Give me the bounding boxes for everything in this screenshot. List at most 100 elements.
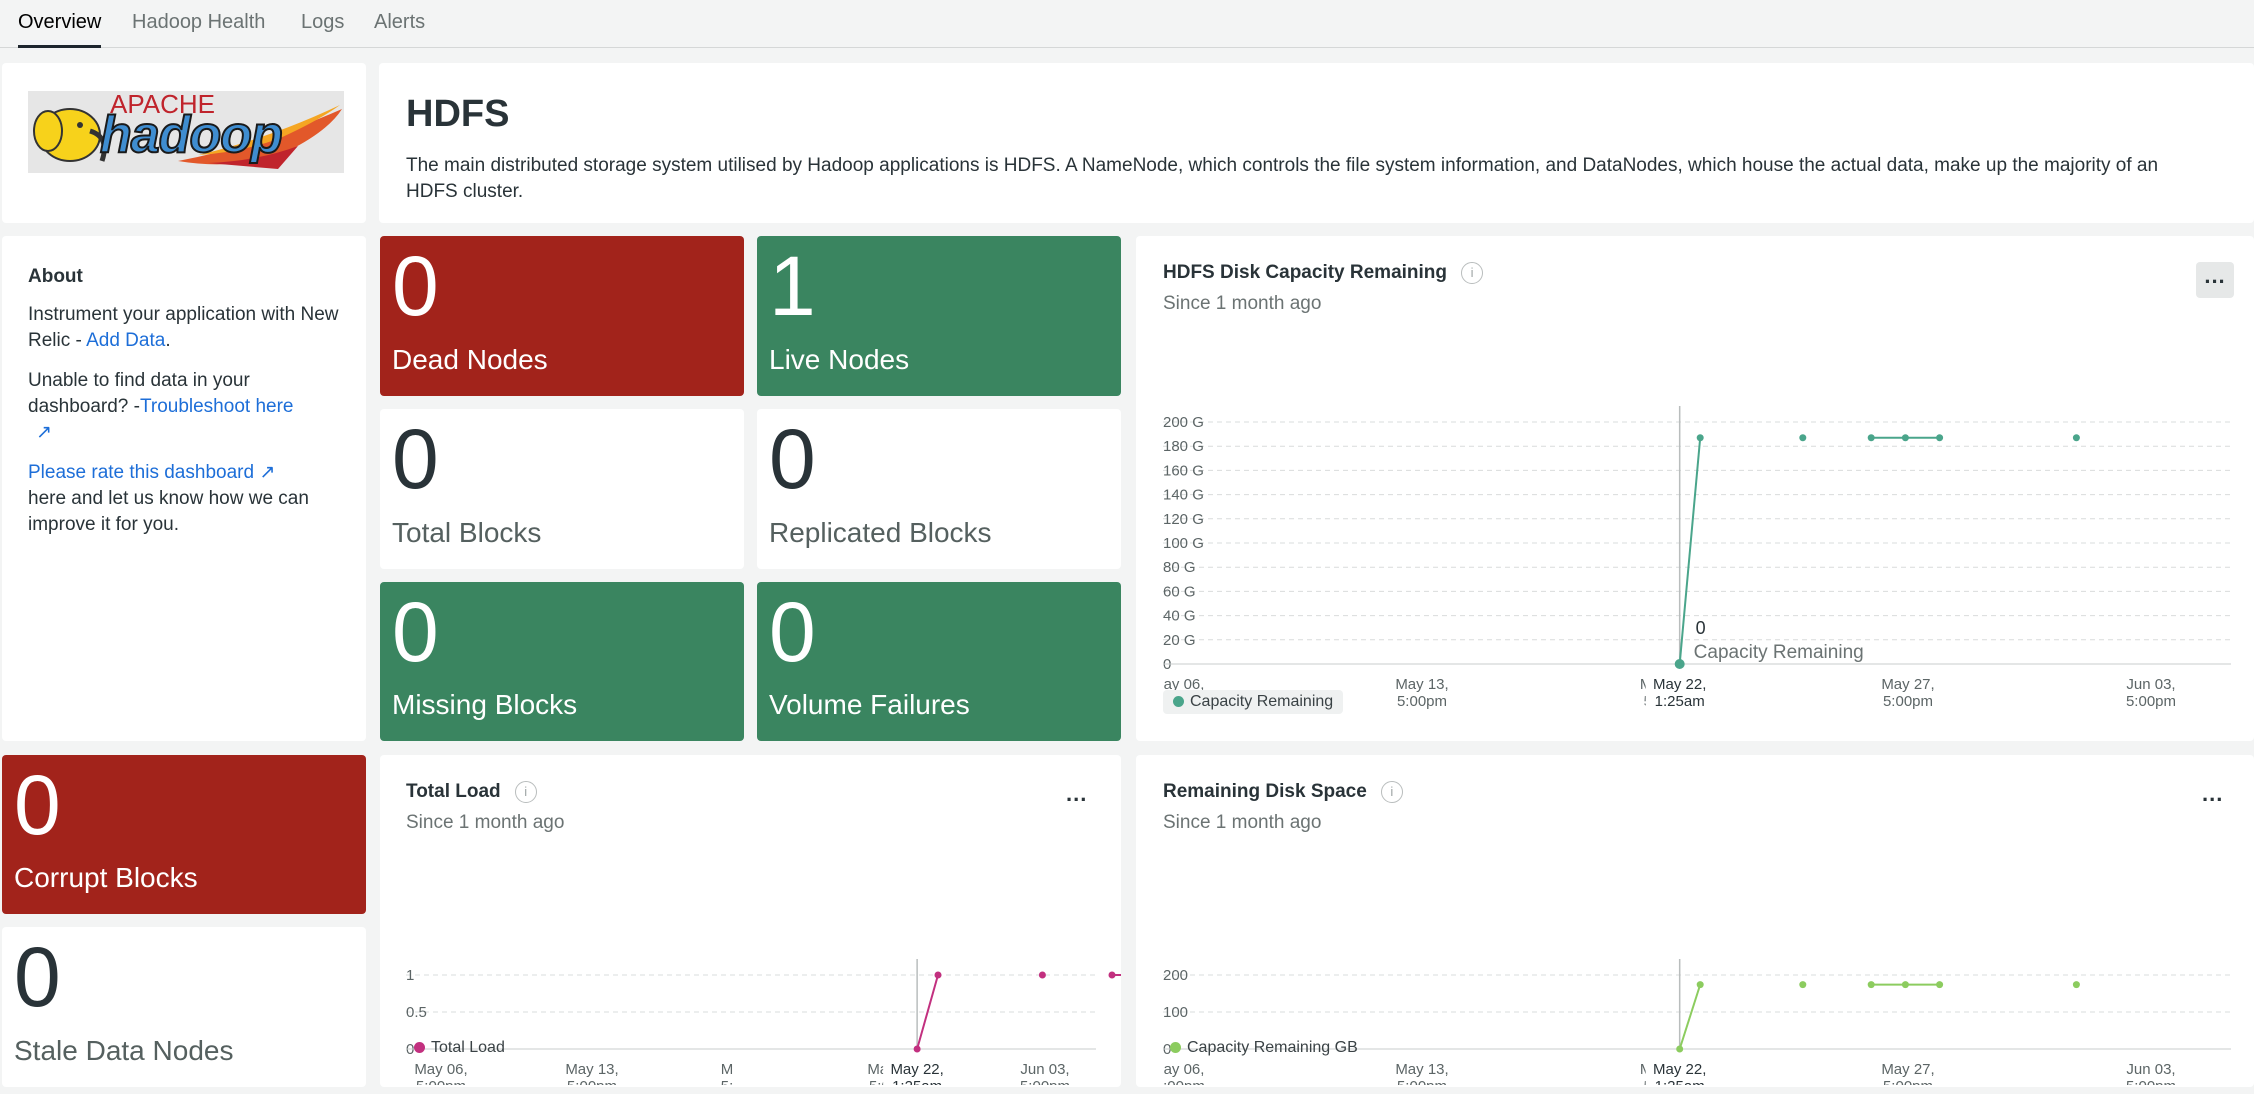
data-point [1867,434,1875,442]
x-tick-label: May 13, [1395,676,1448,693]
x-tick-label: 5:00pm [2126,1078,2176,1085]
x-tick-label: :00pm [1163,1078,1205,1085]
info-icon[interactable]: i [1461,262,1484,284]
tooltip-value: 0 [1696,618,1706,638]
y-tick-label: 1 [406,967,414,984]
chart-legend-item[interactable]: Capacity Remaining [1163,690,1344,714]
data-point [1901,434,1909,442]
info-icon[interactable]: i [514,781,537,803]
billboard-value: 0 [392,585,439,679]
replicated-blocks-billboard[interactable]: 0 Replicated Blocks [757,409,1121,569]
about-instrument-text: Instrument your application with New Rel… [28,302,348,354]
chart-legend-item[interactable]: Capacity Remaining GB [1170,1039,1358,1057]
x-tick-label: 5:00pm [416,1078,466,1085]
x-tick-label: May 13, [1395,1061,1448,1078]
info-icon[interactable]: i [1380,781,1403,803]
more-options-button[interactable]: ... [2202,781,2223,807]
y-tick-label: 140 G [1163,487,1204,504]
y-tick-label: 60 G [1163,583,1196,600]
page-title: HDFS [406,93,510,135]
data-point [1867,981,1875,989]
tab-alerts[interactable]: Alerts [374,11,425,48]
x-tick-label: 5:00pm [1397,693,1447,710]
legend-swatch [1170,1042,1181,1054]
rate-dashboard-link[interactable]: Please rate this dashboard [28,462,254,483]
tab-bar: Overview Hadoop Health Logs Alerts [0,0,2254,48]
billboard-value: 0 [392,239,439,333]
legend-swatch [1173,696,1184,708]
corrupt-blocks-billboard[interactable]: 0 Corrupt Blocks [2,755,366,914]
y-tick-label: 180 G [1163,438,1204,455]
more-options-button[interactable]: ... [2196,262,2234,298]
x-tick-label: 5:00pm [567,1078,617,1085]
x-tick-label: 5: [721,1078,734,1085]
chart-title: Total Load i [406,781,537,803]
volume-failures-billboard[interactable]: 0 Volume Failures [757,582,1121,741]
y-tick-label: 120 G [1163,511,1204,528]
billboard-value: 0 [769,412,816,506]
total-blocks-billboard[interactable]: 0 Total Blocks [380,409,744,569]
tooltip-label: Capacity Remaining [1694,642,1864,663]
tab-hadoop-health[interactable]: Hadoop Health [132,11,265,48]
about-rate-text: Please rate this dashboard ↗︎ here and le… [28,460,348,538]
chart-title: HDFS Disk Capacity Remaining i [1163,262,1484,284]
missing-blocks-billboard[interactable]: 0 Missing Blocks [380,582,744,741]
x-tick-label: Jun 03, [2126,676,2175,693]
y-tick-label: 200 G [1163,414,1204,431]
tab-overview[interactable]: Overview [18,11,102,48]
tab-logs[interactable]: Logs [301,11,344,48]
chart-title-text: Remaining Disk Space [1163,781,1367,803]
data-point [1936,434,1944,442]
y-tick-label: 200 [1163,967,1188,984]
billboard-value: 1 [769,239,816,333]
live-nodes-billboard[interactable]: 1 Live Nodes [757,236,1121,396]
hover-x-label: 1:25am [892,1078,942,1085]
data-point [1108,971,1116,979]
data-point [1799,434,1807,442]
data-point [913,1045,921,1053]
chart-subtitle: Since 1 month ago [1163,812,1322,833]
x-tick-label: Jun 03, [1020,1061,1069,1078]
troubleshoot-link[interactable]: Troubleshoot here [140,396,294,417]
logo-card: APACHE hadoop [2,63,366,223]
about-troubleshoot-text: Unable to find data in your dashboard? -… [28,368,348,446]
chart-title-text: HDFS Disk Capacity Remaining [1163,262,1448,284]
billboard-value: 0 [14,758,61,852]
external-link-icon[interactable]: ↗︎ [259,462,275,483]
billboard-label: Volume Failures [769,689,970,720]
external-link-icon[interactable]: ↗︎ [36,422,52,443]
data-point [2072,434,2080,442]
x-tick-label: 5:00pm [1020,1078,1070,1085]
x-tick-label: May 27, [1881,676,1934,693]
x-tick-label: May 06, [414,1061,467,1078]
chart-legend-item[interactable]: Total Load [414,1039,505,1057]
about-card: About Instrument your application with N… [2,236,366,741]
more-options-button[interactable]: ... [1066,781,1087,807]
hover-x-label: May 22, [890,1061,943,1078]
stale-data-nodes-billboard[interactable]: 0 Stale Data Nodes [2,927,366,1087]
hover-x-label: 1:25am [1655,693,1705,710]
legend-label: Capacity Remaining [1190,693,1334,710]
data-point [1038,971,1046,979]
add-data-link[interactable]: Add Data [86,330,165,351]
billboard-label: Stale Data Nodes [14,1035,234,1066]
about-p3-text: here and let us know how we can improve … [28,488,309,535]
billboard-label: Corrupt Blocks [14,862,198,893]
y-tick-label: 100 G [1163,535,1204,552]
x-tick-label: 5:00pm [1883,693,1933,710]
capacity-line-chart[interactable]: 200 G 180 G 160 G 140 G 120 G 100 G 80 G 60 G 40… [1136,306,2254,726]
y-tick-label: 160 G [1163,462,1204,479]
logo-hadoop-text: hadoop [99,105,284,165]
x-tick-label: M [721,1061,734,1078]
data-point [1676,1045,1684,1053]
hadoop-logo: APACHE hadoop [28,91,344,173]
billboard-value: 0 [769,585,816,679]
data-point [1799,981,1807,989]
remaining-disk-chart-card: Remaining Disk Space i Since 1 month ago … [1136,755,2254,1087]
chart-title-text: Total Load [406,781,501,803]
y-tick-label: 20 G [1163,632,1196,649]
data-point [934,971,942,979]
dead-nodes-billboard[interactable]: 0 Dead Nodes [380,236,744,396]
legend-label: Capacity Remaining GB [1187,1039,1358,1056]
y-tick-label: 80 G [1163,559,1196,576]
